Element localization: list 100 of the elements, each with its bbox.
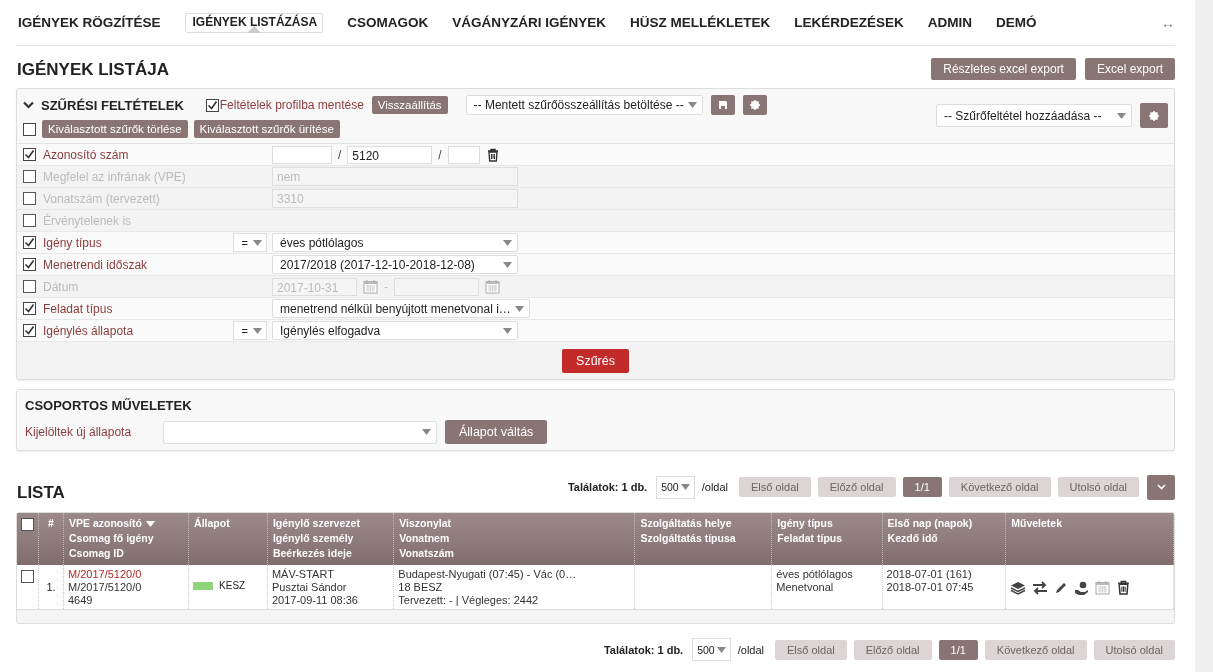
caret-icon: [253, 327, 262, 334]
column-header[interactable]: Állapot: [194, 517, 262, 529]
nav-tab[interactable]: HÜSZ MELLÉKLETEK: [630, 0, 771, 45]
checkbox[interactable]: [21, 518, 34, 531]
input-field[interactable]: [447, 145, 480, 164]
checkbox[interactable]: [23, 148, 36, 161]
checkbox[interactable]: [23, 280, 36, 293]
checkbox[interactable]: [23, 214, 36, 227]
current-page-button[interactable]: 1/1: [902, 477, 942, 497]
export-button[interactable]: Részletes excel export: [931, 58, 1076, 80]
table-cell-text: MÁV-START: [271, 568, 335, 580]
table-cell-text: Pusztai Sándor: [271, 581, 348, 593]
clear-filters-button[interactable]: Kiválasztott szűrők ürítése: [193, 120, 340, 138]
chevron-icon: [1156, 484, 1166, 490]
filter-label: Igény típus: [43, 235, 103, 250]
separator: /: [438, 147, 442, 162]
clear-filters-button[interactable]: Kiválasztott szűrők törlése: [42, 120, 188, 138]
column-header[interactable]: #: [44, 517, 58, 529]
current-page-button[interactable]: 1/1: [938, 639, 978, 660]
per-page-label: /oldal: [737, 643, 764, 656]
caret-icon: [503, 261, 512, 268]
table-cell-text: Menetvonal: [776, 581, 835, 593]
date-field[interactable]: [394, 277, 479, 296]
page-size-select[interactable]: 500: [692, 638, 731, 661]
panel-toggle[interactable]: SZŰRÉSI FELTÉTELEK: [23, 97, 184, 113]
nav-tab[interactable]: LEKÉRDEZÉSEK: [794, 0, 904, 45]
dropdown-button[interactable]: [1147, 474, 1175, 500]
checkbox[interactable]: [21, 570, 34, 583]
checkbox[interactable]: [23, 192, 36, 205]
trash-icon[interactable]: [485, 147, 500, 162]
checkbox[interactable]: [23, 324, 36, 337]
bulk-status-label: Kijelöltek új állapota: [25, 425, 133, 439]
filter-label: Menetrendi időszak: [43, 257, 149, 272]
result-count: Találatok: 1 db.: [567, 481, 648, 493]
checkbox[interactable]: [23, 122, 36, 136]
caret-icon: [253, 239, 262, 246]
checkbox[interactable]: [23, 302, 36, 315]
table-cell-text: Budapest-Nyugati (07:45) - Vác (0…: [398, 568, 578, 580]
settings-button[interactable]: [1140, 103, 1168, 128]
checkbox[interactable]: [23, 170, 36, 183]
checkbox[interactable]: [23, 236, 36, 249]
table-cell-text: Tervezett: - | Végleges: 2442: [398, 594, 540, 606]
chevron-icon[interactable]: [23, 101, 34, 109]
layers-icon[interactable]: [1010, 580, 1027, 595]
value-select[interactable]: Igénylés elfogadva: [272, 321, 518, 340]
status-change-button[interactable]: Állapot váltás: [445, 420, 548, 444]
caret-icon: [503, 327, 512, 334]
nav-tab[interactable]: DEMÓ: [996, 0, 1037, 45]
nav-tab[interactable]: VÁGÁNYZÁRI IGÉNYEK: [452, 0, 606, 45]
sort-caret-icon[interactable]: [145, 521, 155, 527]
caret-icon: [514, 305, 524, 312]
hand-coin-icon[interactable]: [1074, 580, 1090, 595]
trash-icon[interactable]: [1116, 580, 1132, 595]
swap-arrows-icon[interactable]: [1032, 580, 1049, 595]
pencil-icon[interactable]: [1054, 580, 1069, 595]
result-count: Találatok: 1 db.: [603, 643, 684, 656]
filter-button[interactable]: Szűrés: [562, 349, 629, 373]
checkbox[interactable]: [23, 258, 36, 271]
filter-label: Igénylés állapota: [43, 323, 135, 338]
table-cell-text: éves pótlólagos: [776, 568, 854, 580]
list-title: LISTA: [16, 483, 65, 503]
row-number: 1.: [46, 581, 56, 593]
value-select[interactable]: menetrend nélkül benyújtott menetvonal i…: [272, 299, 530, 318]
value-select[interactable]: 2017/2018 (2017-12-10-2018-12-08): [272, 255, 518, 274]
page-size-select[interactable]: 500: [656, 475, 695, 499]
checkbox[interactable]: [205, 98, 219, 112]
filter-label: Dátum: [43, 279, 80, 294]
saved-filter-select[interactable]: -- Mentett szűrőösszeállítás betöltése --: [465, 95, 703, 115]
panel-title: CSOPORTOS MŰVELETEK: [25, 398, 193, 413]
operator-select[interactable]: =: [232, 233, 267, 252]
nav-tab[interactable]: IGÉNYEK LISTÁZÁSA: [184, 12, 324, 33]
caret-icon: [716, 646, 726, 653]
nav-tab[interactable]: CSOMAGOK: [347, 0, 429, 45]
settings-button[interactable]: [742, 95, 767, 115]
caret-icon: [680, 484, 690, 490]
vpe-link[interactable]: M/2017/5120/0: [68, 568, 185, 580]
nav-tab[interactable]: ADMIN: [927, 0, 973, 45]
input-field[interactable]: [272, 145, 332, 164]
per-page-label: /oldal: [701, 481, 728, 493]
caret-icon: [503, 239, 512, 246]
filter-label: Vonatszám (tervezett): [43, 191, 161, 206]
caret-icon: [422, 429, 431, 435]
filter-label: Feladat típus: [43, 301, 114, 316]
table-cell-text: 2018-07-01 (161): [886, 568, 973, 580]
save-button[interactable]: [710, 95, 735, 115]
caret-icon: [1117, 112, 1126, 119]
expand-glyph[interactable]: ↔: [1161, 14, 1175, 31]
operator-select[interactable]: =: [232, 321, 267, 340]
caret-icon: [687, 102, 697, 108]
table-cell-text: 18 BESZ: [398, 581, 444, 593]
filter-label: Azonosító szám: [43, 147, 130, 162]
nav-tab[interactable]: IGÉNYEK RÖGZÍTÉSE: [18, 0, 161, 45]
settings-icon: [749, 100, 760, 110]
save-profile-label: Feltételek profilba mentése: [219, 98, 364, 112]
save-icon: [717, 100, 728, 110]
reset-button[interactable]: Visszaállítás: [371, 96, 448, 114]
input-field[interactable]: 5120: [347, 145, 433, 164]
add-filter-select[interactable]: -- Szűrőfeltétel hozzáadása --: [936, 104, 1132, 127]
export-button[interactable]: Excel export: [1084, 58, 1175, 80]
value-select[interactable]: éves pótlólagos: [272, 233, 518, 252]
